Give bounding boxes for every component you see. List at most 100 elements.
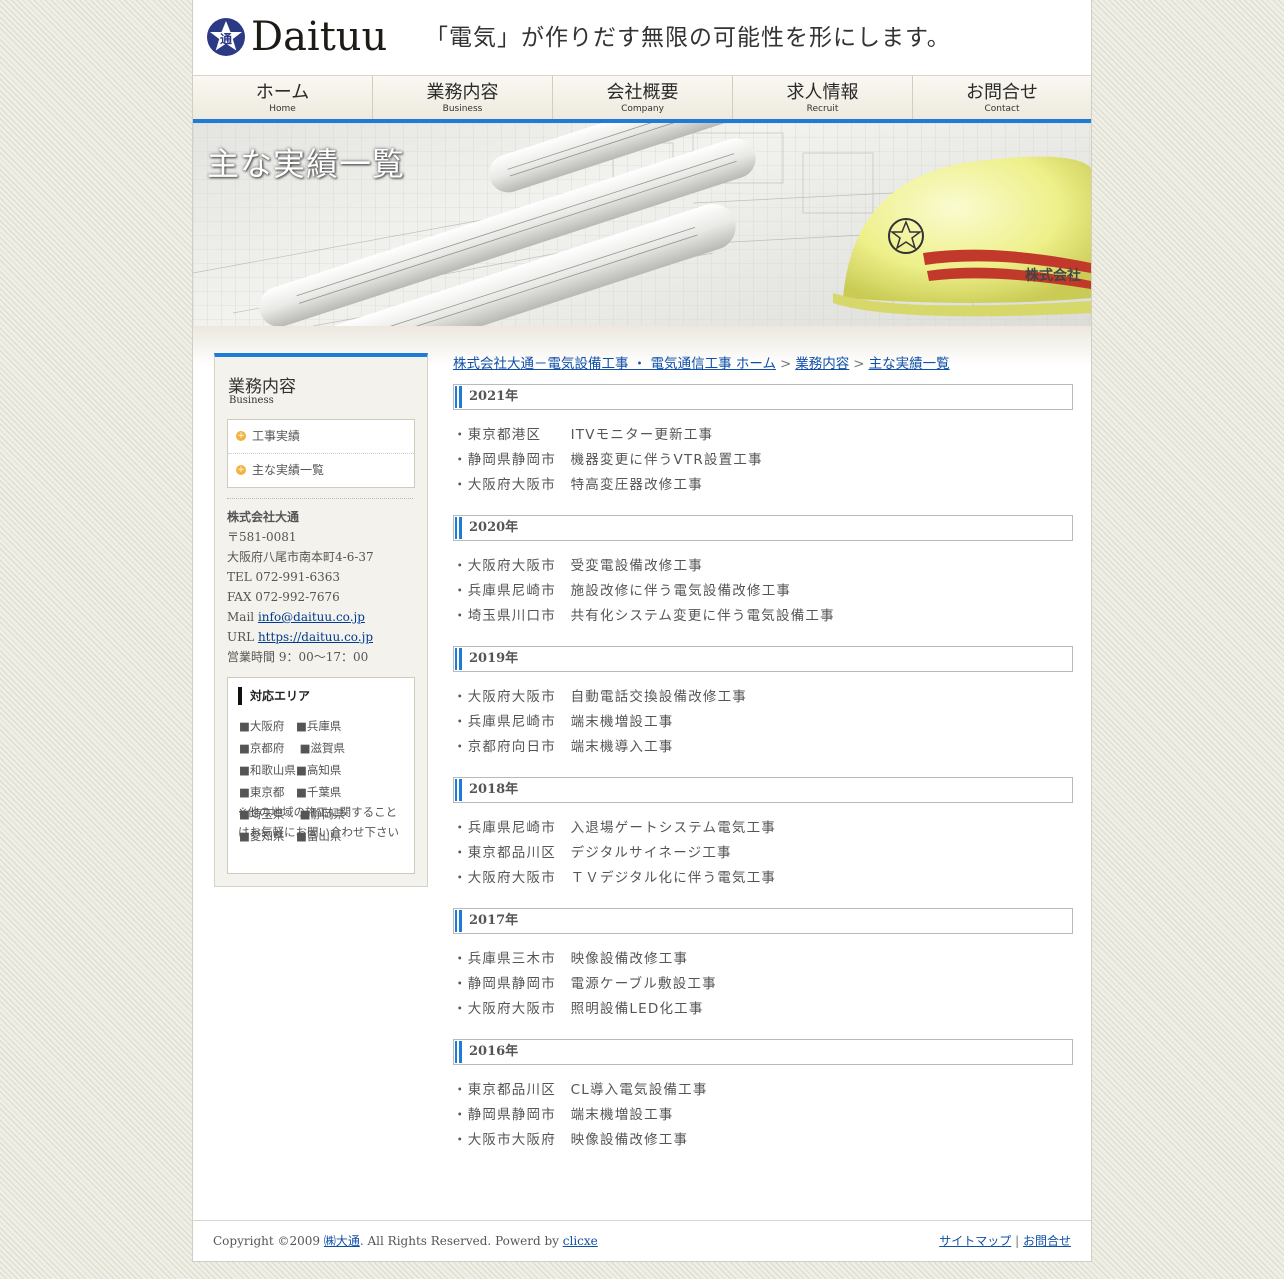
sidebar-item-main-results[interactable]: + 主な実績一覧 <box>228 453 414 487</box>
contact-link[interactable]: お問合せ <box>1023 1234 1071 1248</box>
company-tel: TEL 072-991-6363 <box>227 570 341 584</box>
sidebar: 業務内容 Business + 工事実績 + 主な実績一覧 株式会社大通 〒58… <box>214 353 428 887</box>
divider <box>227 498 413 499</box>
company-address: 大阪府八尾市南本町4-6-37 <box>227 550 374 564</box>
business-hours: 営業時間 9：00～17：00 <box>227 650 369 664</box>
year-label: 2017年 <box>469 913 519 928</box>
nav-label-en: Business <box>442 104 483 114</box>
copyright: Copyright ©2009 ㈱大通. All Rights Reserved… <box>213 1232 598 1249</box>
hero-banner: 株式会社 主な実績一覧 <box>193 123 1091 326</box>
nav-label-en: Home <box>269 104 296 114</box>
helmet-text: 株式会社 <box>1025 267 1081 284</box>
nav-label-en: Recruit <box>806 104 839 114</box>
site-header: 通 Daituu 「電気」が作りだす無限の可能性を形にします。 <box>193 0 1091 75</box>
area-item: ■兵庫県 <box>296 719 342 733</box>
page-title: 主な実績一覧 <box>207 145 406 183</box>
company-fax: FAX 072-992-7676 <box>227 590 340 604</box>
project-item: ・静岡県静岡市 端末機増設工事 <box>453 1107 674 1123</box>
year-label: 2019年 <box>469 651 519 666</box>
copyright-text: Copyright ©2009 <box>213 1234 321 1248</box>
area-item: ■東京都 <box>239 785 285 799</box>
year-heading: 2016年 <box>453 1039 1073 1065</box>
heading-bar-icon <box>455 386 462 408</box>
year-section: 2021年 ・東京都港区 ITVモニター更新工事 ・静岡県静岡市 機器変更に伴う… <box>453 384 1073 498</box>
year-heading: 2018年 <box>453 777 1073 803</box>
nav-item-home[interactable]: ホーム Home <box>193 76 373 119</box>
main-nav: ホーム Home 業務内容 Business 会社概要 Company 求人情報… <box>193 75 1091 124</box>
project-item: ・京都府向日市 端末機導入工事 <box>453 739 674 755</box>
year-label: 2021年 <box>469 389 519 404</box>
company-info: 株式会社大通 〒581-0081 大阪府八尾市南本町4-6-37 TEL 072… <box>227 507 417 667</box>
url-link[interactable]: https://daituu.co.jp <box>258 630 373 644</box>
project-list: ・大阪府大阪市 自動電話交換設備改修工事 ・兵庫県尼崎市 端末機増設工事 ・京都… <box>453 685 1073 760</box>
sidebar-title: 業務内容 <box>228 377 296 397</box>
year-section: 2017年 ・兵庫県三木市 映像設備改修工事 ・静岡県静岡市 電源ケーブル敷設工… <box>453 908 1073 1022</box>
logo-text[interactable]: Daituu <box>251 12 387 62</box>
project-item: ・東京都品川区 デジタルサイネージ工事 <box>453 845 732 861</box>
company-url-row: URL https://daituu.co.jp <box>227 627 417 647</box>
year-section: 2016年 ・東京都品川区 CL導入電気設備工事 ・静岡県静岡市 端末機増設工事… <box>453 1039 1073 1153</box>
url-label: URL <box>227 630 255 644</box>
project-item: ・兵庫県尼崎市 端末機増設工事 <box>453 714 674 730</box>
logo-mark-char: 通 <box>220 31 232 46</box>
service-area-note: ※他の地域の施工に関することはお気軽にお問い合わせ下さい <box>238 805 399 839</box>
sitemap-link[interactable]: サイトマップ <box>939 1234 1011 1248</box>
footer-separator: | <box>1015 1234 1020 1248</box>
year-heading: 2017年 <box>453 908 1073 934</box>
powered-by-link[interactable]: clicxe <box>563 1234 598 1248</box>
heading-bar-icon <box>455 910 462 932</box>
area-item: ■和歌山県 <box>239 763 296 777</box>
year-label: 2020年 <box>469 520 519 535</box>
heading-bar-icon <box>455 779 462 801</box>
year-heading: 2021年 <box>453 384 1073 410</box>
nav-label: 会社概要 <box>606 82 679 103</box>
sidebar-item-construction-record[interactable]: + 工事実績 <box>228 420 414 453</box>
project-item: ・大阪市大阪府 映像設備改修工事 <box>453 1132 689 1148</box>
service-area-title: 対応エリア <box>238 687 310 705</box>
project-item: ・大阪府大阪市 特高変圧器改修工事 <box>453 477 703 493</box>
tagline: 「電気」が作りだす無限の可能性を形にします。 <box>425 25 951 51</box>
breadcrumb-home[interactable]: 株式会社大通－電気設備工事 ・ 電気通信工事 ホーム <box>453 356 776 372</box>
breadcrumb-business[interactable]: 業務内容 <box>795 356 849 372</box>
year-section: 2019年 ・大阪府大阪市 自動電話交換設備改修工事 ・兵庫県尼崎市 端末機増設… <box>453 646 1073 760</box>
footer-divider <box>193 1220 1091 1221</box>
project-item: ・大阪府大阪市 受変電設備改修工事 <box>453 558 703 574</box>
company-link[interactable]: ㈱大通 <box>324 1234 360 1248</box>
heading-bar-icon <box>455 648 462 670</box>
mail-label: Mail <box>227 610 255 624</box>
heading-bar-icon <box>455 517 462 539</box>
year-section: 2018年 ・兵庫県尼崎市 入退場ゲートシステム電気工事 ・東京都品川区 デジタ… <box>453 777 1073 891</box>
area-item: ■高知県 <box>296 763 342 777</box>
nav-label: お問合せ <box>966 82 1038 103</box>
project-item: ・大阪府大阪市 自動電話交換設備改修工事 <box>453 689 747 705</box>
nav-label-en: Contact <box>984 104 1020 114</box>
nav-item-company[interactable]: 会社概要 Company <box>553 76 733 119</box>
project-item: ・東京都港区 ITVモニター更新工事 <box>453 427 714 443</box>
nav-item-recruit[interactable]: 求人情報 Recruit <box>733 76 913 119</box>
project-item: ・兵庫県三木市 映像設備改修工事 <box>453 951 689 967</box>
nav-item-contact[interactable]: お問合せ Contact <box>913 76 1091 119</box>
breadcrumb: 株式会社大通－電気設備工事 ・ 電気通信工事 ホーム > 業務内容 > 主な実績一覧 <box>453 352 1083 372</box>
project-list: ・兵庫県三木市 映像設備改修工事 ・静岡県静岡市 電源ケーブル敷設工事 ・大阪府… <box>453 947 1073 1022</box>
project-item: ・埼玉県川口市 共有化システム変更に伴う電気設備工事 <box>453 608 835 624</box>
nav-label-en: Company <box>621 104 664 114</box>
mail-link[interactable]: info@daituu.co.jp <box>258 610 365 624</box>
year-label: 2018年 <box>469 782 519 797</box>
footer-links: サイトマップ | お問合せ <box>939 1232 1071 1249</box>
project-item: ・兵庫県尼崎市 入退場ゲートシステム電気工事 <box>453 820 776 836</box>
breadcrumb-current[interactable]: 主な実績一覧 <box>869 356 950 372</box>
nav-item-business[interactable]: 業務内容 Business <box>373 76 553 119</box>
sidebar-item-label: 工事実績 <box>252 429 301 443</box>
sidebar-item-label: 主な実績一覧 <box>252 463 325 477</box>
year-heading: 2020年 <box>453 515 1073 541</box>
area-item: ■京都府 <box>239 741 285 755</box>
year-section: 2020年 ・大阪府大阪市 受変電設備改修工事 ・兵庫県尼崎市 施設改修に伴う電… <box>453 515 1073 629</box>
nav-label: 求人情報 <box>786 82 859 103</box>
nav-label: ホーム <box>255 82 310 103</box>
logo-star-icon[interactable]: 通 <box>206 17 246 57</box>
service-area-box: 対応エリア ■大阪府 ■兵庫県 ■京都府 ■滋賀県■和歌山県■高知県 ■東京都 ■千葉… <box>227 677 415 874</box>
project-list: ・東京都品川区 CL導入電気設備工事 ・静岡県静岡市 端末機増設工事 ・大阪市大… <box>453 1078 1073 1153</box>
project-item: ・静岡県静岡市 機器変更に伴うVTR設置工事 <box>453 452 763 468</box>
project-item: ・兵庫県尼崎市 施設改修に伴う電気設備改修工事 <box>453 583 792 599</box>
year-heading: 2019年 <box>453 646 1073 672</box>
